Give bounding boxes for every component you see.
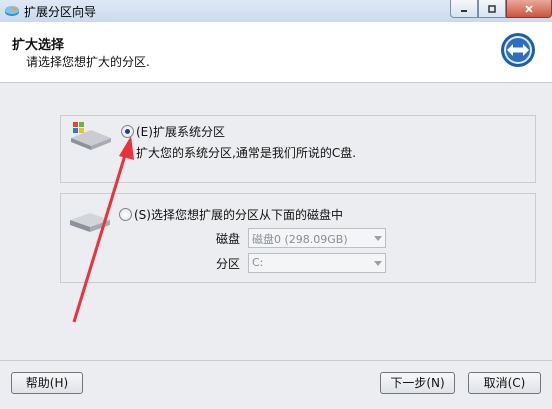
select-partition-label[interactable]: (S)选择您想扩展的分区从下面的磁盘中 — [134, 206, 343, 223]
disk-select[interactable]: 磁盘0 (298.09GB) — [248, 228, 386, 248]
minimize-button[interactable] — [450, 0, 478, 18]
cancel-button[interactable]: 取消(C) — [468, 372, 541, 394]
windows-drive-icon — [71, 122, 111, 150]
page-title: 扩大选择 — [12, 38, 65, 53]
title-bar: 扩展分区向导 — [0, 0, 552, 22]
partition-app-icon — [5, 6, 19, 16]
extend-system-partition-label[interactable]: (E)扩展系统分区 — [136, 123, 225, 140]
chevron-down-icon — [374, 236, 382, 241]
close-button[interactable] — [506, 0, 552, 18]
partition-select[interactable]: C: — [248, 253, 386, 273]
option-group-system-partition: (E)扩展系统分区 扩大您的系统分区,通常是我们所说的C盘. — [60, 115, 536, 183]
select-partition-radio[interactable] — [119, 208, 132, 221]
disk-select-value: 磁盘0 (298.09GB) — [252, 233, 348, 246]
window-controls — [450, 0, 552, 18]
minimize-icon — [461, 9, 467, 12]
option-group-select-partition: (S)选择您想扩展的分区从下面的磁盘中 磁盘 磁盘0 (298.09GB) 分区… — [60, 193, 536, 283]
maximize-icon — [488, 4, 496, 13]
window-title: 扩展分区向导 — [24, 5, 97, 19]
help-button[interactable]: 帮助(H) — [11, 372, 83, 394]
wizard-header: 扩大选择 请选择您想扩大的分区. — [0, 22, 552, 83]
page-subtitle: 请选择您想扩大的分区. — [26, 55, 150, 69]
back-forward-nav-icon — [501, 33, 535, 67]
close-icon — [525, 4, 533, 13]
extend-system-partition-description: 扩大您的系统分区,通常是我们所说的C盘. — [136, 146, 357, 160]
maximize-button[interactable] — [478, 0, 506, 18]
disk-label: 磁盘 — [216, 232, 241, 246]
hard-drive-icon — [70, 213, 110, 232]
extend-system-partition-radio[interactable] — [121, 125, 134, 138]
partition-select-value: C: — [252, 256, 264, 269]
partition-label: 分区 — [216, 257, 241, 271]
wizard-footer: 帮助(H) 下一步(N) 取消(C) — [0, 360, 552, 409]
chevron-down-icon — [374, 261, 382, 266]
wizard-body: (E)扩展系统分区 扩大您的系统分区,通常是我们所说的C盘. (S)选择您想扩展… — [0, 83, 552, 360]
next-button[interactable]: 下一步(N) — [380, 372, 455, 394]
